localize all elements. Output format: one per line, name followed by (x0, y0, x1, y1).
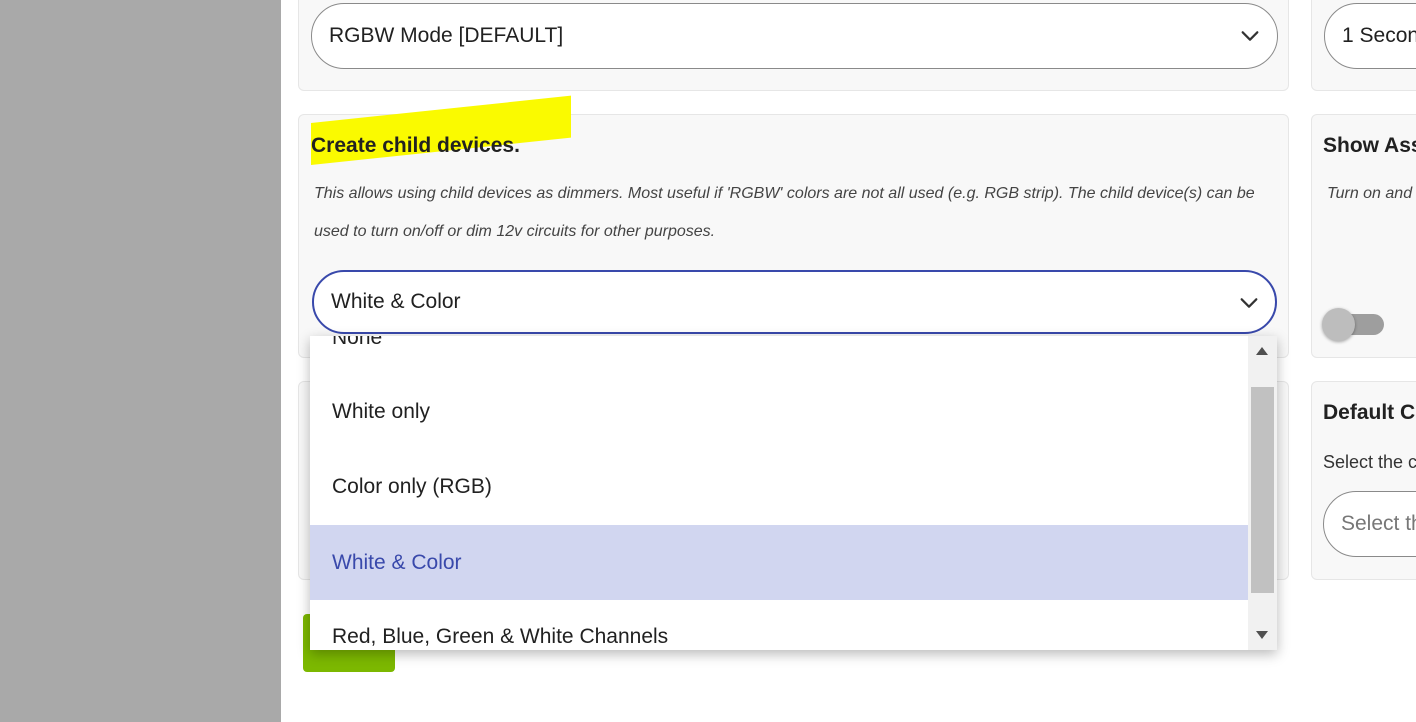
dropdown-option[interactable]: Red, Blue, Green & White Channels (310, 599, 1248, 650)
dropdown-option[interactable]: None (310, 336, 1248, 375)
mode-select[interactable]: RGBW Mode [DEFAULT] (311, 3, 1278, 69)
scrollbar-thumb[interactable] (1251, 387, 1274, 593)
show-assoc-title: Show Ass (1323, 134, 1416, 157)
dropdown-scrollbar[interactable] (1248, 336, 1277, 650)
default-card-select-placeholder: Select th (1341, 512, 1416, 535)
dropdown-option[interactable]: White only (310, 374, 1248, 449)
dropdown-option-selected[interactable]: White & Color (310, 525, 1248, 600)
default-card-description: Select the c (1323, 452, 1416, 472)
transition-card: 1 Secon (1311, 0, 1416, 91)
dropdown-option[interactable]: Color only (RGB) (310, 449, 1248, 524)
toggle-knob[interactable] (1322, 308, 1355, 341)
scroll-up-arrow-icon[interactable] (1256, 347, 1268, 355)
mode-card: RGBW Mode [DEFAULT] (298, 0, 1289, 91)
transition-select[interactable]: 1 Secon (1324, 3, 1416, 69)
mode-select-value: RGBW Mode [DEFAULT] (329, 24, 564, 47)
scroll-down-arrow-icon[interactable] (1256, 631, 1268, 639)
child-devices-select-value: White & Color (331, 290, 461, 313)
chevron-down-icon (1241, 31, 1259, 41)
transition-select-value: 1 Secon (1342, 24, 1416, 47)
default-card: Default Cu Select the c Select th (1311, 381, 1416, 580)
child-devices-dropdown[interactable]: None White only Color only (RGB) White &… (310, 336, 1277, 650)
child-devices-select[interactable]: White & Color (312, 270, 1277, 334)
chevron-down-icon (1240, 298, 1258, 308)
default-card-select[interactable]: Select th (1323, 491, 1416, 557)
child-devices-card: Create child devices. This allows using … (298, 95, 1289, 358)
show-assoc-description: Turn on and (1327, 185, 1413, 202)
default-card-title: Default Cu (1323, 401, 1416, 424)
child-devices-description: This allows using child devices as dimme… (314, 185, 1255, 240)
child-devices-title: Create child devices. (311, 134, 520, 157)
